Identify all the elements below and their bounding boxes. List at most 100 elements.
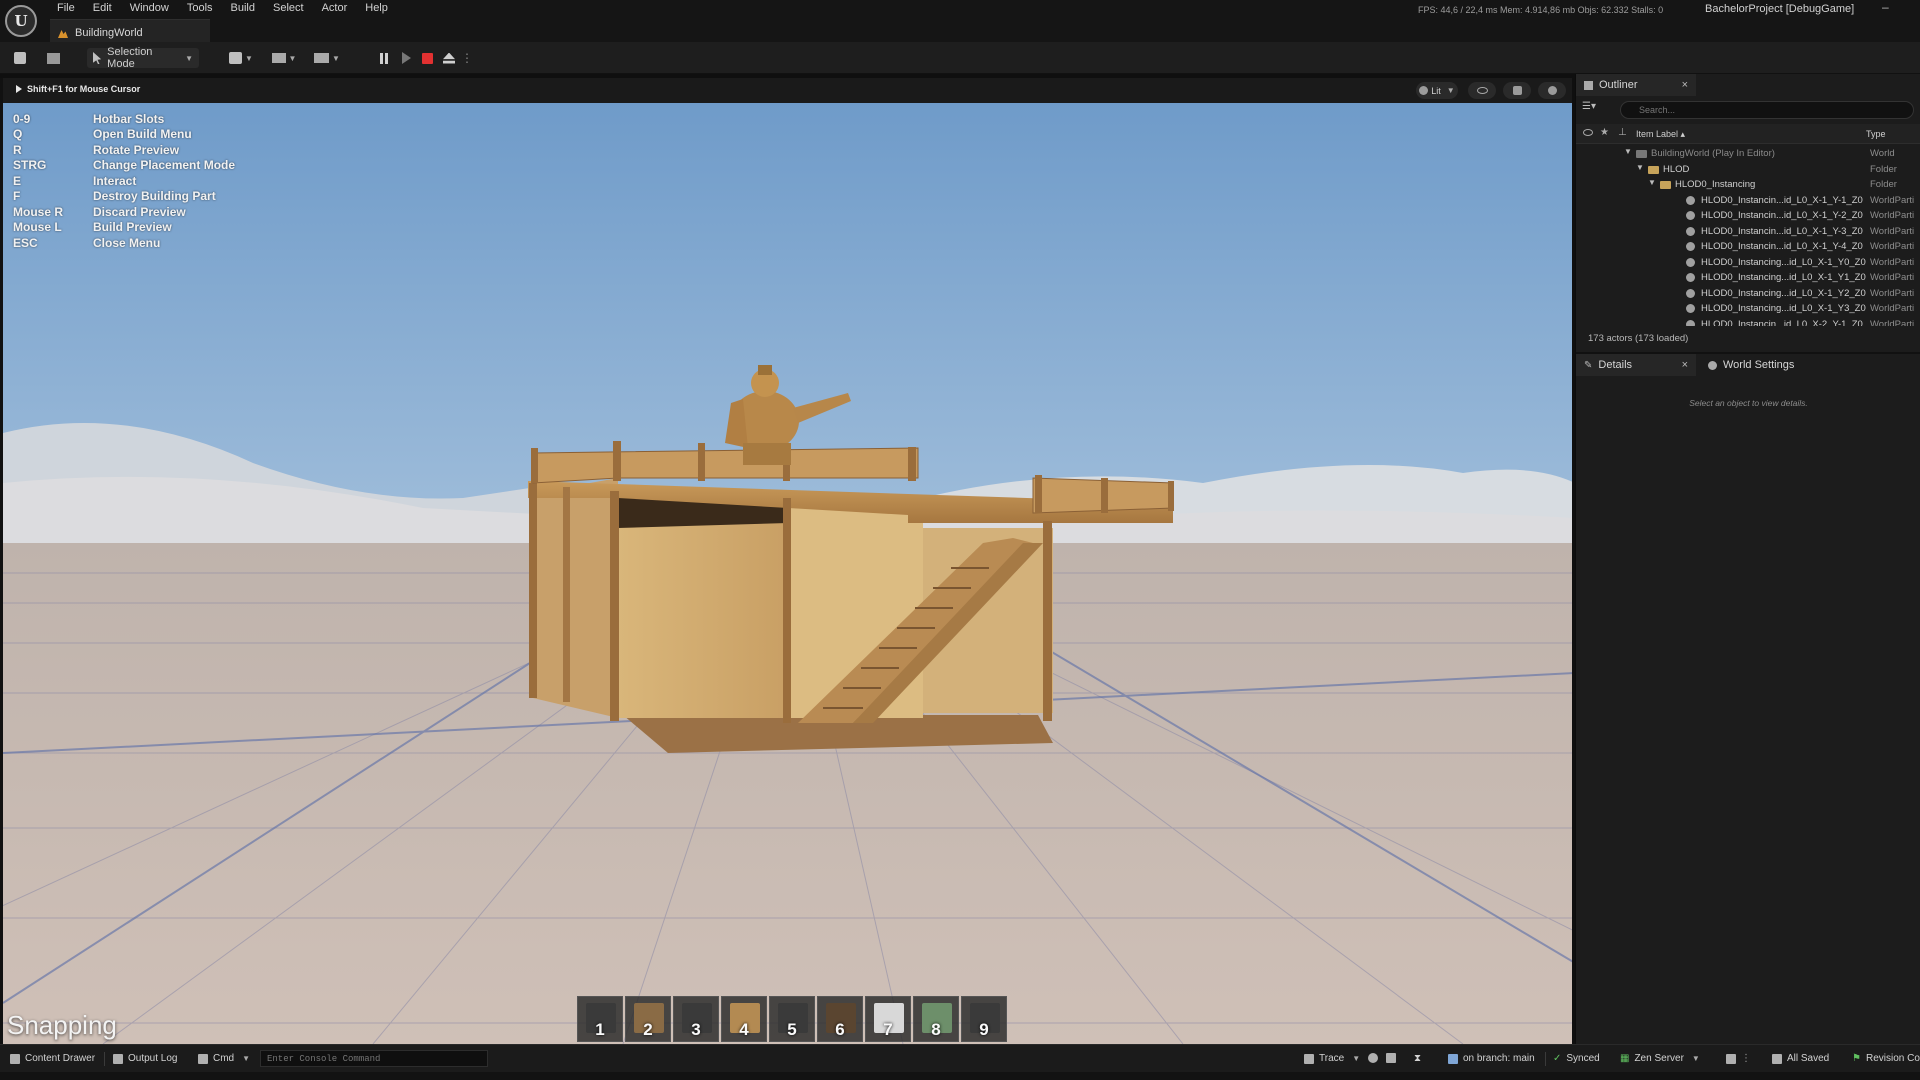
derived-data-button[interactable] xyxy=(1368,1053,1378,1063)
tab-world-settings[interactable]: World Settings xyxy=(1700,354,1830,376)
console-command-input[interactable] xyxy=(260,1050,488,1067)
outliner-row[interactable]: HLOD0_Instancin...id_L0_X-1_Y-2_Z0 WorldP… xyxy=(1576,208,1920,224)
cmd-dropdown[interactable]: Cmd ▼ xyxy=(198,1053,250,1064)
outliner-row[interactable]: ▼ HLOD0_Instancing Folder xyxy=(1576,177,1920,193)
viewport-settings-button[interactable] xyxy=(1538,82,1566,99)
outliner-row[interactable]: HLOD0_Instancing...id_L0_X-1_Y2_Z0 WorldP… xyxy=(1576,286,1920,302)
outliner-row[interactable]: HLOD0_Instancing...id_L0_X-1_Y3_Z0 WorldP… xyxy=(1576,301,1920,317)
hotbar-slot-7[interactable]: 7 xyxy=(865,996,911,1042)
column-item-label[interactable]: Item Label ▴ xyxy=(1636,129,1685,140)
outliner-row[interactable]: HLOD0_Instancing...id_L0_X-1_Y0_Z0 WorldP… xyxy=(1576,255,1920,271)
pause-button[interactable] xyxy=(375,48,393,68)
menu-help[interactable]: Help xyxy=(356,0,397,17)
outliner-row[interactable]: HLOD0_Instancin...id_L0_X-1_Y-4_Z0 WorldP… xyxy=(1576,239,1920,255)
output-log-button[interactable]: Output Log xyxy=(113,1053,177,1064)
trace-dropdown[interactable]: Trace ▼ xyxy=(1304,1053,1360,1064)
stats-button[interactable]: ⋮ xyxy=(1726,1053,1751,1064)
actor-icon xyxy=(1686,273,1695,282)
save-button[interactable] xyxy=(12,48,28,68)
menu-file[interactable]: File xyxy=(48,0,84,17)
blueprint-icon xyxy=(271,53,286,63)
cinematics-button[interactable]: ▼ xyxy=(311,48,343,68)
outliner-row[interactable]: ▼ HLOD Folder xyxy=(1576,162,1920,178)
save-icon xyxy=(14,52,26,64)
actor-icon xyxy=(1686,257,1695,267)
outliner-row[interactable]: HLOD0_Instancin...id_L0_X-1_Y-1_Z0 WorldP… xyxy=(1576,193,1920,209)
eject-button[interactable] xyxy=(441,48,457,68)
filter-button[interactable]: ☰▾ xyxy=(1582,101,1608,119)
chevron-down-icon: ▼ xyxy=(245,53,253,63)
all-saved-button[interactable]: All Saved xyxy=(1772,1053,1829,1064)
outliner-row[interactable]: ▼ BuildingWorld (Play In Editor) World xyxy=(1576,146,1920,162)
level-viewport[interactable]: Shift+F1 for Mouse Cursor Lit ▼ 0-9 Hotb… xyxy=(0,78,1572,1044)
hotbar-slot-9[interactable]: 9 xyxy=(961,996,1007,1042)
outliner-row-type: Folder xyxy=(1870,163,1897,175)
selection-mode-dropdown[interactable]: Selection Mode ▼ xyxy=(87,46,199,70)
actor-icon xyxy=(1686,211,1695,220)
zen-server-dropdown[interactable]: ▦ Zen Server ▼ xyxy=(1620,1053,1700,1064)
control-row: ESC Close Menu xyxy=(13,235,161,250)
hotbar-slot-3[interactable]: 3 xyxy=(673,996,719,1042)
tab-details[interactable]: ✎ Details × xyxy=(1576,354,1696,376)
minimize-button[interactable]: – xyxy=(1882,0,1889,14)
eject-icon xyxy=(443,52,455,64)
blueprints-button[interactable]: ▼ xyxy=(268,48,300,68)
outliner-column-header: ★ ⊥ Item Label ▴ Type xyxy=(1576,124,1920,144)
column-type[interactable]: Type xyxy=(1866,129,1886,139)
play-frame-button[interactable] xyxy=(398,48,414,68)
notifications-button[interactable] xyxy=(1386,1053,1396,1063)
play-arrow-icon xyxy=(16,85,22,93)
content-browser-button[interactable] xyxy=(44,48,62,68)
menu-build[interactable]: Build xyxy=(222,0,264,17)
title-bar: U File Edit Window Tools Build Select Ac… xyxy=(0,0,1920,42)
project-name: BachelorProject [DebugGame] xyxy=(1705,3,1855,15)
visibility-eye-icon[interactable] xyxy=(1583,129,1593,136)
outliner-search-input[interactable] xyxy=(1620,101,1914,119)
show-flags-button[interactable] xyxy=(1468,82,1496,99)
level-icon xyxy=(58,30,68,38)
expand-arrow-icon[interactable]: ▼ xyxy=(1648,178,1656,187)
play-options-button[interactable]: ⋮ xyxy=(461,48,473,68)
outliner-row[interactable]: HLOD0_Instancin...id_L0_X-2_Y-1_Z0 WorldP… xyxy=(1576,317,1920,326)
close-icon[interactable]: × xyxy=(1682,79,1688,91)
control-row: Mouse R Discard Preview xyxy=(13,204,186,219)
synced-indicator[interactable]: ✓ Synced xyxy=(1553,1053,1600,1064)
close-icon[interactable]: × xyxy=(1682,359,1688,371)
outliner-row[interactable]: HLOD0_Instancing...id_L0_X-1_Y1_Z0 WorldP… xyxy=(1576,270,1920,286)
source-branch-indicator[interactable]: on branch: main xyxy=(1448,1053,1535,1064)
pin-icon[interactable]: ⊥ xyxy=(1618,127,1627,138)
hotbar-slot-6[interactable]: 6 xyxy=(817,996,863,1042)
branch-icon xyxy=(1448,1053,1458,1064)
hotbar-slot-1[interactable]: 1 xyxy=(577,996,623,1042)
menu-edit[interactable]: Edit xyxy=(84,0,121,17)
menu-tools[interactable]: Tools xyxy=(178,0,222,17)
hotbar-slot-4[interactable]: 4 xyxy=(721,996,767,1042)
outliner-row-type: WorldParti xyxy=(1870,225,1915,237)
hotbar-slot-2[interactable]: 2 xyxy=(625,996,671,1042)
game-scene xyxy=(3,103,1572,1044)
actor-icon xyxy=(1686,288,1695,298)
view-mode-button[interactable]: Lit ▼ xyxy=(1416,82,1458,99)
unreal-logo-icon[interactable]: U xyxy=(5,5,37,37)
tab-outliner[interactable]: Outliner × xyxy=(1576,74,1696,96)
expand-arrow-icon[interactable]: ▼ xyxy=(1636,163,1644,172)
content-drawer-button[interactable]: Content Drawer xyxy=(10,1053,95,1064)
outliner-row[interactable]: HLOD0_Instancin...id_L0_X-1_Y-3_Z0 WorldP… xyxy=(1576,224,1920,240)
hourglass-button[interactable]: ⧗ xyxy=(1414,1053,1421,1064)
revision-control-button[interactable]: ⚑ Revision Co xyxy=(1852,1053,1920,1064)
menu-actor[interactable]: Actor xyxy=(313,0,357,17)
stop-button[interactable] xyxy=(419,48,435,68)
menu-window[interactable]: Window xyxy=(121,0,178,17)
wall-panel xyxy=(618,503,783,718)
add-actor-button[interactable]: ▼ xyxy=(226,48,256,68)
control-row: STRG Change Placement Mode xyxy=(13,158,236,173)
outliner-row-label: HLOD0_Instancing xyxy=(1675,179,1756,190)
star-icon[interactable]: ★ xyxy=(1600,127,1609,138)
expand-arrow-icon[interactable]: ▼ xyxy=(1624,147,1632,156)
control-row: R Rotate Preview xyxy=(13,142,180,157)
level-tab[interactable]: BuildingWorld xyxy=(50,19,210,42)
performance-button[interactable] xyxy=(1503,82,1531,99)
hotbar-slot-5[interactable]: 5 xyxy=(769,996,815,1042)
hotbar-slot-8[interactable]: 8 xyxy=(913,996,959,1042)
menu-select[interactable]: Select xyxy=(264,0,313,17)
